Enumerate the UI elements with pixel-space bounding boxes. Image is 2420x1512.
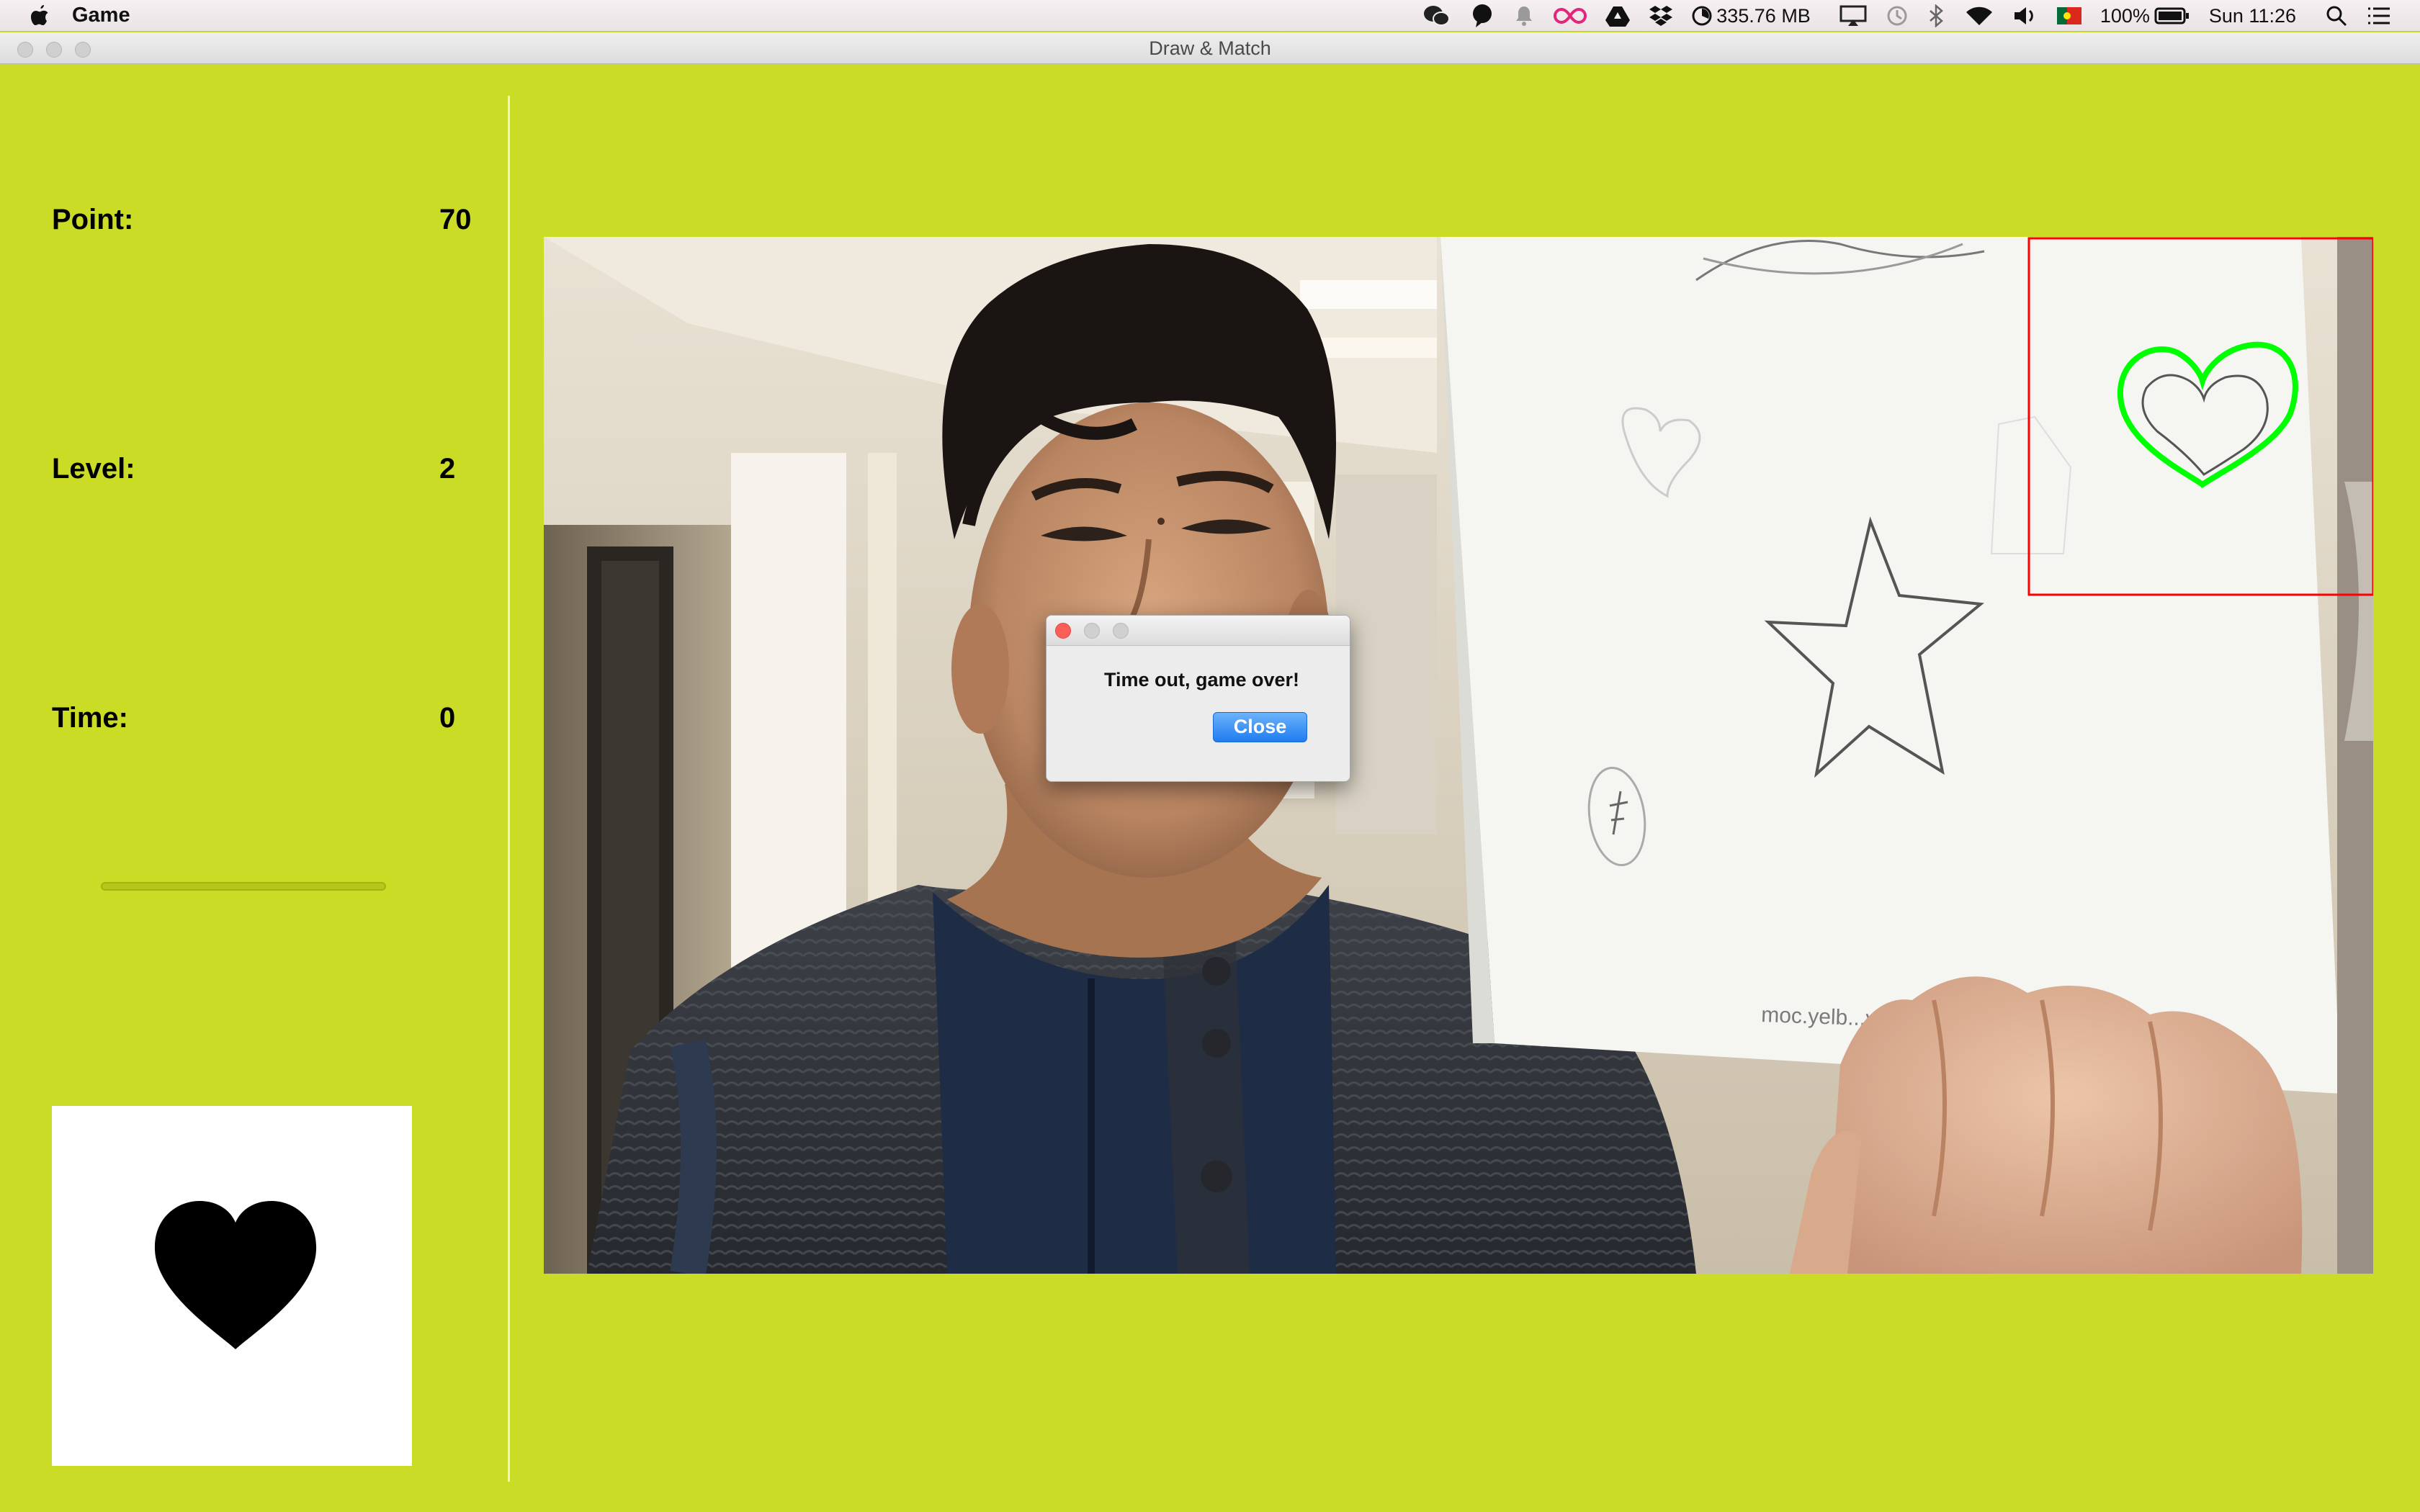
dialog-zoom-button xyxy=(1113,623,1129,639)
camera-feed: moc.yelb...ywn xyxy=(544,237,2373,1274)
clock-text: Sun 11:26 xyxy=(2208,4,2296,27)
clock[interactable]: Sun 11:26 xyxy=(2209,0,2296,32)
bluetooth-icon[interactable] xyxy=(1927,0,1946,32)
wechat-icon[interactable] xyxy=(1422,0,1451,32)
battery-percent: 100% xyxy=(2099,4,2150,27)
battery-status[interactable]: 100% xyxy=(2100,0,2190,32)
chat-bubble-icon[interactable] xyxy=(1470,0,1494,32)
google-drive-icon[interactable] xyxy=(1605,0,1631,32)
wifi-icon[interactable] xyxy=(1965,0,1994,32)
app-menu-game[interactable]: Game xyxy=(72,4,130,27)
game-over-dialog: Time out, game over! Close xyxy=(1046,615,1350,782)
point-value: 70 xyxy=(439,204,472,235)
spotlight-icon[interactable] xyxy=(2325,0,2348,32)
window-titlebar[interactable]: Draw & Match xyxy=(0,32,2420,64)
time-value: 0 xyxy=(439,702,456,734)
volume-icon[interactable] xyxy=(2012,0,2038,32)
apple-icon[interactable] xyxy=(29,4,50,28)
battery-icon xyxy=(2154,7,2189,24)
target-shape-card xyxy=(52,1106,412,1466)
time-machine-icon[interactable] xyxy=(1886,0,1909,32)
close-button[interactable]: Close xyxy=(1213,712,1307,742)
menu-bar: Game 335.76 MB 100% Sun 11:26 xyxy=(0,0,2420,32)
memory-gauge[interactable]: 335.76 MB xyxy=(1692,0,1811,32)
level-value: 2 xyxy=(439,453,456,485)
heart-icon xyxy=(154,1201,317,1349)
webcam-image: moc.yelb...ywn xyxy=(544,237,2373,1274)
infinity-icon[interactable] xyxy=(1554,0,1587,32)
notification-icon[interactable] xyxy=(1513,0,1535,32)
memory-usage-text: 335.76 MB xyxy=(1716,4,1811,27)
dialog-minimize-button xyxy=(1084,623,1100,639)
window-title: Draw & Match xyxy=(1149,37,1271,59)
time-progress-bar xyxy=(101,882,386,891)
memory-gauge-icon xyxy=(1692,6,1712,26)
airplay-icon[interactable] xyxy=(1839,0,1867,32)
dropbox-icon[interactable] xyxy=(1649,0,1673,32)
level-label: Level: xyxy=(52,453,135,485)
dialog-close-button[interactable] xyxy=(1055,623,1071,639)
notification-center-icon[interactable] xyxy=(2367,0,2391,32)
panel-divider xyxy=(508,96,510,1482)
dialog-titlebar[interactable] xyxy=(1047,616,1350,646)
dialog-message: Time out, game over! xyxy=(1103,669,1300,690)
point-label: Point: xyxy=(52,204,134,235)
portugal-flag-icon[interactable] xyxy=(2056,0,2081,32)
time-label: Time: xyxy=(52,702,128,734)
